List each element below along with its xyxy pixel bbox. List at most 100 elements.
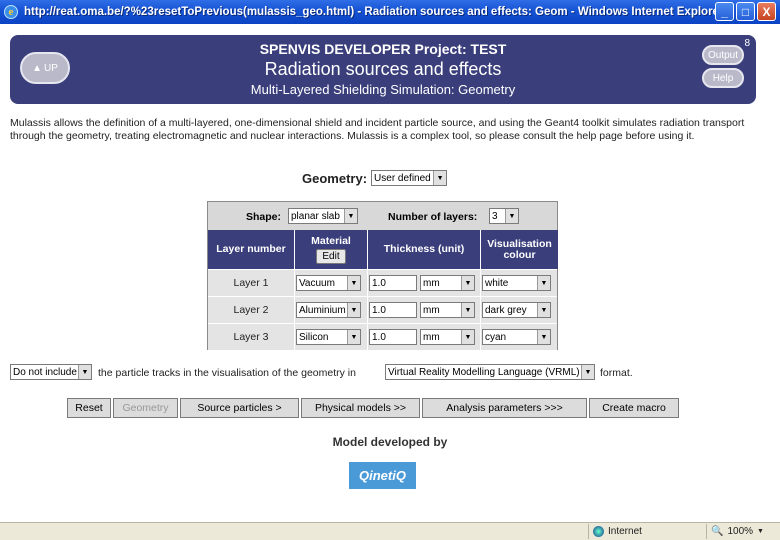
column-divider xyxy=(480,230,481,350)
unit-select[interactable]: mm ▼ xyxy=(420,275,475,291)
zoom-control[interactable]: 🔍 100% ▼ xyxy=(706,524,768,539)
chevron-down-icon: ▼ xyxy=(344,209,357,223)
close-button[interactable]: X xyxy=(757,2,776,21)
source-particles-button[interactable]: Source particles > xyxy=(180,398,299,418)
header-vis-line1: Visualisation xyxy=(487,237,552,250)
maximize-button[interactable]: □ xyxy=(736,2,755,21)
unit-select[interactable]: mm ▼ xyxy=(420,302,475,318)
material-value: Silicon xyxy=(299,331,329,343)
geometry-button[interactable]: Geometry xyxy=(113,398,178,418)
layer-name: Layer 1 xyxy=(233,277,269,289)
material-value: Aluminium xyxy=(299,304,346,316)
minimize-button[interactable]: _ xyxy=(715,2,734,21)
table-row: Layer 2 Aluminium ▼ 1.0 mm ▼ dark grey ▼ xyxy=(208,296,557,323)
zoom-icon: 🔍 xyxy=(711,526,724,537)
chevron-down-icon: ▼ xyxy=(347,303,360,317)
internet-explorer-icon: e xyxy=(4,5,18,19)
unit-value: mm xyxy=(423,277,440,289)
zone-label: Internet xyxy=(608,526,642,537)
colour-select[interactable]: dark grey ▼ xyxy=(482,302,551,318)
chevron-down-icon: ▼ xyxy=(461,276,474,290)
project-title: SPENVIS DEVELOPER Project: TEST xyxy=(259,41,507,57)
window-title: http://reat.oma.be/?%23resetToPrevious(m… xyxy=(24,6,724,18)
chevron-down-icon: ▼ xyxy=(537,276,550,290)
format-select[interactable]: Virtual Reality Modelling Language (VRML… xyxy=(385,364,595,380)
header-layer-number-label: Layer number xyxy=(216,243,286,255)
header-visualisation: Visualisation colour xyxy=(481,230,558,269)
colour-select[interactable]: cyan ▼ xyxy=(482,329,551,345)
colour-value: cyan xyxy=(485,331,507,343)
header-material-label: Material xyxy=(311,234,351,247)
material-select[interactable]: Vacuum ▼ xyxy=(296,275,361,291)
header-material: Material Edit xyxy=(295,230,367,269)
chevron-down-icon: ▼ xyxy=(505,209,518,223)
layers-select[interactable]: 3 ▼ xyxy=(489,208,519,224)
window-title-bar: e http://reat.oma.be/?%23resetToPrevious… xyxy=(0,0,780,24)
geometry-label: Geometry: xyxy=(302,170,368,186)
table-row: Layer 1 Vacuum ▼ 1.0 mm ▼ white ▼ xyxy=(208,269,557,296)
chevron-down-icon: ▼ xyxy=(347,330,360,344)
reset-button[interactable]: Reset xyxy=(67,398,111,418)
thickness-input[interactable]: 1.0 xyxy=(369,275,417,291)
material-value: Vacuum xyxy=(299,277,335,289)
header-thickness: Thickness (unit) xyxy=(368,230,480,269)
edit-material-button[interactable]: Edit xyxy=(316,248,346,264)
unit-value: mm xyxy=(423,331,440,343)
navigation-buttons: Reset Geometry Source particles > Physic… xyxy=(67,398,679,418)
output-button[interactable]: Output xyxy=(702,45,744,65)
chevron-down-icon: ▼ xyxy=(347,276,360,290)
page-number: 8 xyxy=(744,38,750,49)
analysis-parameters-button[interactable]: Analysis parameters >>> xyxy=(422,398,587,418)
geometry-select[interactable]: User defined ▼ xyxy=(371,170,448,186)
colour-select[interactable]: white ▼ xyxy=(482,275,551,291)
chevron-down-icon: ▼ xyxy=(757,528,764,535)
layers-label: Number of layers: xyxy=(388,211,478,223)
chevron-down-icon: ▼ xyxy=(78,365,91,379)
header-vis-line2: colour xyxy=(503,248,536,261)
help-button[interactable]: Help xyxy=(702,68,744,88)
header-layer-number: Layer number xyxy=(208,230,294,269)
include-tracks-value: Do not include xyxy=(13,366,77,378)
format-end-text: format. xyxy=(600,367,633,379)
chevron-down-icon: ▼ xyxy=(537,330,550,344)
unit-select[interactable]: mm ▼ xyxy=(420,329,475,345)
material-select[interactable]: Silicon ▼ xyxy=(296,329,361,345)
format-value: Virtual Reality Modelling Language (VRML… xyxy=(388,366,580,378)
geometry-select-value: User defined xyxy=(374,172,431,184)
chevron-down-icon: ▼ xyxy=(461,330,474,344)
shape-select[interactable]: planar slab ▼ xyxy=(288,208,358,224)
column-divider xyxy=(367,230,368,350)
table-row: Layer 3 Silicon ▼ 1.0 mm ▼ cyan ▼ xyxy=(208,323,557,350)
create-macro-button[interactable]: Create macro xyxy=(589,398,679,418)
tracks-text: the particle tracks in the visualisation… xyxy=(98,367,356,379)
status-bar: Internet 🔍 100% ▼ xyxy=(0,522,780,540)
layer-table: Shape: planar slab ▼ Number of layers: 3… xyxy=(207,201,558,350)
layers-select-value: 3 xyxy=(492,210,498,222)
shape-label: Shape: xyxy=(246,211,282,223)
colour-value: dark grey xyxy=(485,304,527,316)
qinetiq-logo[interactable]: QinetiQ xyxy=(349,462,416,489)
layer-name: Layer 3 xyxy=(233,331,269,343)
thickness-input[interactable]: 1.0 xyxy=(369,302,417,318)
column-divider xyxy=(294,230,295,350)
physical-models-button[interactable]: Physical models >> xyxy=(301,398,420,418)
header-banner: ▲ UP SPENVIS DEVELOPER Project: TEST Rad… xyxy=(10,35,756,104)
page-subtitle: Multi-Layered Shielding Simulation: Geom… xyxy=(250,82,516,97)
model-developed-text: Model developed by xyxy=(332,435,448,449)
security-zone: Internet xyxy=(588,524,706,539)
thickness-input[interactable]: 1.0 xyxy=(369,329,417,345)
header-thickness-label: Thickness (unit) xyxy=(383,243,465,255)
layer-name: Layer 2 xyxy=(233,304,269,316)
chevron-down-icon: ▼ xyxy=(433,171,447,185)
unit-value: mm xyxy=(423,304,440,316)
material-select[interactable]: Aluminium ▼ xyxy=(296,302,361,318)
include-tracks-select[interactable]: Do not include ▼ xyxy=(10,364,92,380)
chevron-down-icon: ▼ xyxy=(537,303,550,317)
zoom-level: 100% xyxy=(727,526,754,537)
shape-select-value: planar slab xyxy=(291,210,340,222)
chevron-down-icon: ▼ xyxy=(461,303,474,317)
visualisation-options: Do not include ▼ the particle tracks in … xyxy=(10,364,770,382)
colour-value: white xyxy=(485,277,509,289)
chevron-down-icon: ▼ xyxy=(581,365,594,379)
globe-icon xyxy=(593,526,604,537)
